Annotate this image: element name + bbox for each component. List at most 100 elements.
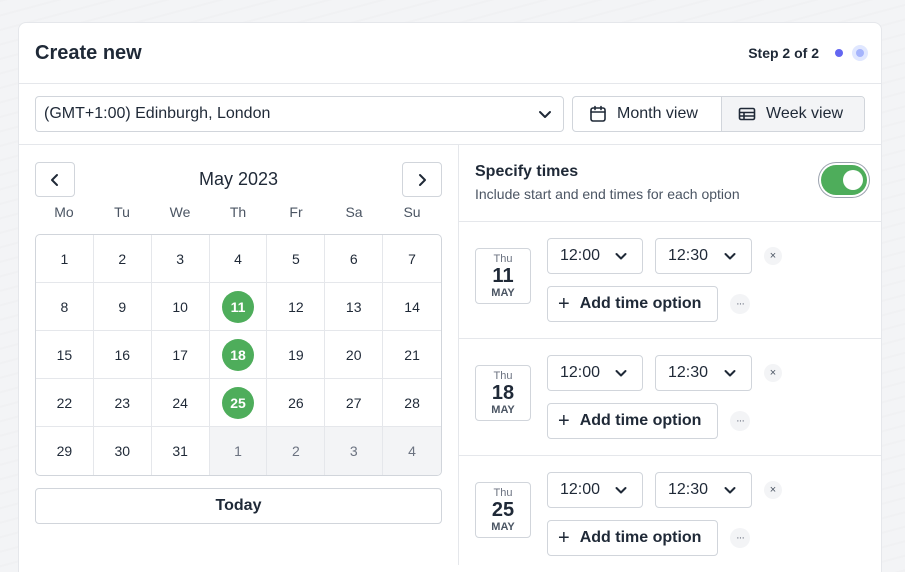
plus-icon: + xyxy=(558,410,570,432)
calendar-day-number: 26 xyxy=(288,394,304,411)
date-badge-weekday: Thu xyxy=(493,369,513,382)
calendar-day[interactable]: 21 xyxy=(383,331,441,379)
calendar-day-number: 4 xyxy=(408,443,416,459)
time-option-row: Thu 18 MAY 12:00 12:30 × + Add time option ··· xyxy=(459,339,881,456)
date-badge-day: 18 xyxy=(491,381,515,404)
calendar-day[interactable]: 17 xyxy=(151,331,210,379)
today-button[interactable]: Today xyxy=(35,488,442,524)
month-view-label: Month view xyxy=(617,105,698,122)
calendar-day[interactable]: 7 xyxy=(383,235,441,283)
calendar-day[interactable]: 1 xyxy=(209,427,268,475)
calendar-nav: May 2023 xyxy=(35,162,442,197)
more-options-button[interactable]: ··· xyxy=(730,294,750,314)
calendar-day[interactable]: 27 xyxy=(325,379,384,427)
calendar-day[interactable]: 22 xyxy=(36,379,94,427)
chevron-down-icon xyxy=(724,487,736,494)
end-time-select[interactable]: 12:30 xyxy=(655,355,752,391)
calendar-day-selected[interactable]: 18 xyxy=(209,331,268,379)
date-badge: Thu 25 MAY xyxy=(475,482,531,538)
calendar-day-number: 22 xyxy=(56,394,73,411)
end-time-select[interactable]: 12:30 xyxy=(655,238,752,274)
date-badge: Thu 18 MAY xyxy=(475,365,531,421)
calendar-day-number: 3 xyxy=(176,250,185,267)
calendar-day[interactable]: 19 xyxy=(267,331,326,379)
calendar-day-number: 6 xyxy=(349,250,358,267)
calendar-day[interactable]: 29 xyxy=(36,427,94,475)
start-time-select[interactable]: 12:00 xyxy=(547,472,643,508)
calendar-day[interactable]: 4 xyxy=(383,427,441,475)
calendar-day[interactable]: 1 xyxy=(36,235,94,283)
remove-time-button[interactable]: × xyxy=(764,481,782,499)
calendar-day[interactable]: 16 xyxy=(93,331,152,379)
content-body: May 2023 Mo Tu We Th Fr Sa Su 1 2 3 4 5 6 7 8 9 10 11 12 1… xyxy=(19,145,881,565)
timezone-value: (GMT+1:00) Edinburgh, London xyxy=(44,105,271,122)
end-time-value: 12:30 xyxy=(668,481,709,498)
timezone-select[interactable]: (GMT+1:00) Edinburgh, London xyxy=(35,96,564,132)
more-options-button[interactable]: ··· xyxy=(730,411,750,431)
calendar-day[interactable]: 3 xyxy=(151,235,210,283)
time-option-row: Thu 25 MAY 12:00 12:30 × + Add time option ··· xyxy=(459,456,881,572)
step-label: Step 2 of 2 xyxy=(748,45,819,61)
end-time-value: 12:30 xyxy=(668,247,709,264)
calendar-day-number: 7 xyxy=(408,250,416,267)
calendar-day[interactable]: 9 xyxy=(93,283,152,331)
add-time-option-button[interactable]: + Add time option xyxy=(547,520,718,556)
add-time-option-label: Add time option xyxy=(579,412,702,429)
specify-times-subtitle: Include start and end times for each opt… xyxy=(475,186,740,202)
calendar-day-number: 19 xyxy=(288,346,304,363)
calendar-day[interactable]: 23 xyxy=(93,379,152,427)
end-time-value: 12:30 xyxy=(668,364,709,381)
calendar-panel: May 2023 Mo Tu We Th Fr Sa Su 1 2 3 4 5 6 7 8 9 10 11 12 1… xyxy=(19,145,459,565)
start-time-value: 12:00 xyxy=(560,481,601,498)
calendar-day[interactable]: 30 xyxy=(94,427,152,475)
date-badge-weekday: Thu xyxy=(493,486,513,499)
calendar-day[interactable]: 5 xyxy=(267,235,326,283)
calendar-day[interactable]: 6 xyxy=(325,235,384,283)
week-view-button[interactable]: Week view xyxy=(722,97,864,131)
calendar-day[interactable]: 14 xyxy=(383,283,441,331)
calendar-day-number: 21 xyxy=(404,346,420,363)
add-time-option-button[interactable]: + Add time option xyxy=(547,286,718,322)
date-badge: Thu 11 MAY xyxy=(475,248,531,304)
next-month-button[interactable] xyxy=(402,162,442,197)
calendar-day[interactable]: 2 xyxy=(267,427,326,475)
calendar-day-number: 3 xyxy=(349,443,358,459)
weekday-label: Th xyxy=(229,204,247,220)
calendar-day[interactable]: 28 xyxy=(383,379,441,427)
more-options-button[interactable]: ··· xyxy=(730,528,750,548)
remove-time-button[interactable]: × xyxy=(764,364,782,382)
calendar-day-number: 10 xyxy=(172,298,188,315)
date-badge-month: MAY xyxy=(491,286,515,299)
calendar-day[interactable]: 8 xyxy=(36,283,94,331)
date-badge-day: 25 xyxy=(491,498,515,521)
calendar-day[interactable]: 24 xyxy=(151,379,210,427)
prev-month-button[interactable] xyxy=(35,162,75,197)
calendar-day[interactable]: 13 xyxy=(325,283,384,331)
add-time-option-label: Add time option xyxy=(579,295,702,312)
add-time-option-button[interactable]: + Add time option xyxy=(547,403,718,439)
calendar-grid: 1 2 3 4 5 6 7 8 9 10 11 12 13 14 15 16 17 18 19 20 21 22 23 24 2… xyxy=(35,234,442,476)
calendar-day[interactable]: 4 xyxy=(209,235,268,283)
calendar-day-selected[interactable]: 25 xyxy=(209,379,268,427)
remove-time-button[interactable]: × xyxy=(764,247,782,265)
start-time-select[interactable]: 12:00 xyxy=(547,238,643,274)
calendar-day[interactable]: 31 xyxy=(152,427,210,475)
start-time-select[interactable]: 12:00 xyxy=(547,355,643,391)
calendar-day-selected[interactable]: 11 xyxy=(209,283,268,331)
calendar-day[interactable]: 2 xyxy=(93,235,152,283)
calendar-day[interactable]: 12 xyxy=(267,283,326,331)
toolbar: (GMT+1:00) Edinburgh, London Month view … xyxy=(19,84,881,145)
time-options-list: Thu 11 MAY 12:00 12:30 × + Add time option ··· Th… xyxy=(459,222,881,572)
month-view-button[interactable]: Month view xyxy=(573,97,722,131)
calendar-day-number: 16 xyxy=(114,346,131,363)
calendar-day[interactable]: 3 xyxy=(325,427,384,475)
calendar-day[interactable]: 15 xyxy=(36,331,94,379)
calendar-day[interactable]: 26 xyxy=(267,379,326,427)
calendar-day-number: 17 xyxy=(172,346,188,363)
calendar-day[interactable]: 20 xyxy=(325,331,384,379)
calendar-day-number: 8 xyxy=(60,298,69,315)
weekday-header: Mo Tu We Th Fr Sa Su xyxy=(35,204,442,224)
specify-times-toggle[interactable] xyxy=(821,165,867,195)
calendar-day[interactable]: 10 xyxy=(151,283,210,331)
end-time-select[interactable]: 12:30 xyxy=(655,472,752,508)
